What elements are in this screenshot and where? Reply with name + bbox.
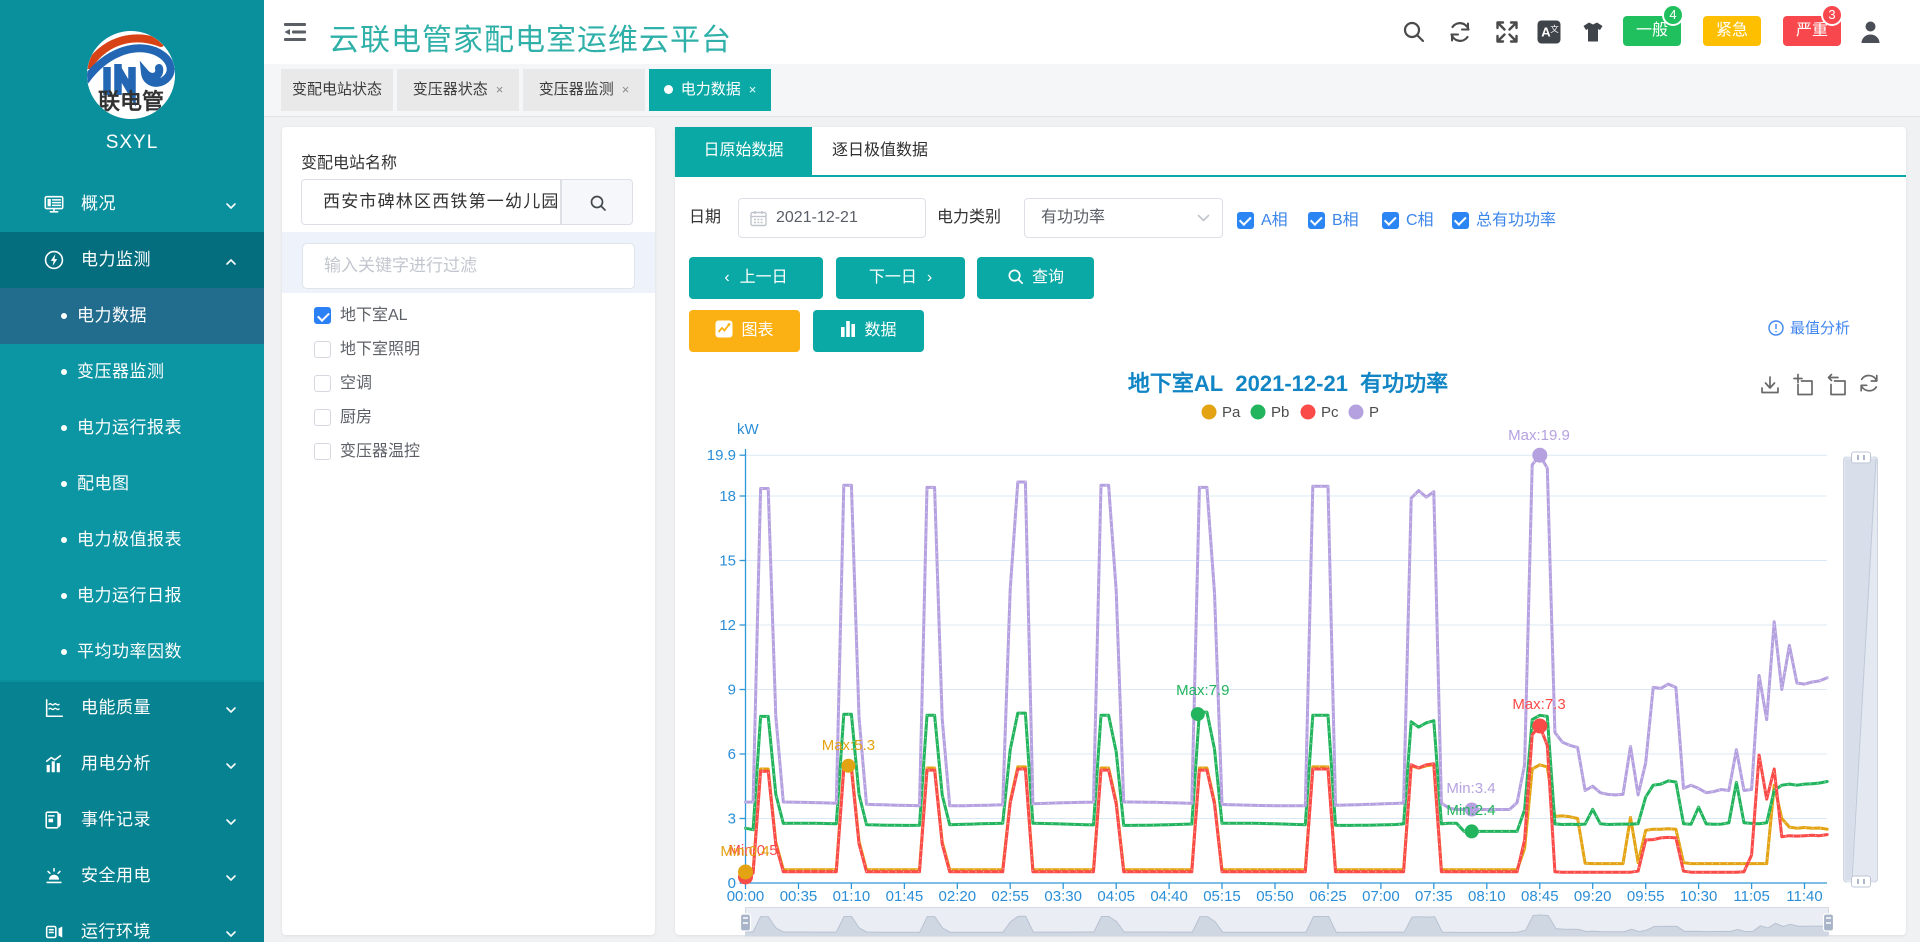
svg-text:Max:7.3: Max:7.3 xyxy=(1512,696,1565,713)
svg-text:00:35: 00:35 xyxy=(780,888,818,905)
svg-text:Min:0.4: Min:0.4 xyxy=(720,843,769,860)
svg-text:07:00: 07:00 xyxy=(1362,888,1400,905)
svg-text:3: 3 xyxy=(728,811,736,828)
svg-text:文: 文 xyxy=(1550,24,1559,34)
svg-text:12: 12 xyxy=(719,617,736,634)
svg-text:02:55: 02:55 xyxy=(991,888,1029,905)
svg-text:6: 6 xyxy=(728,746,736,763)
svg-text:06:25: 06:25 xyxy=(1309,888,1347,905)
svg-text:05:15: 05:15 xyxy=(1203,888,1241,905)
svg-text:Max:7.9: Max:7.9 xyxy=(1176,682,1229,699)
svg-text:联电管: 联电管 xyxy=(98,89,164,114)
svg-text:00:00: 00:00 xyxy=(727,888,765,905)
svg-text:Pc: Pc xyxy=(1321,404,1339,421)
svg-text:11:40: 11:40 xyxy=(1786,888,1822,905)
svg-text:9: 9 xyxy=(728,682,736,699)
svg-text:Pa: Pa xyxy=(1222,404,1241,421)
svg-text:01:45: 01:45 xyxy=(886,888,924,905)
svg-text:05:50: 05:50 xyxy=(1256,888,1294,905)
svg-text:09:20: 09:20 xyxy=(1574,888,1612,905)
svg-text:Pb: Pb xyxy=(1271,404,1289,421)
svg-text:P: P xyxy=(1369,404,1379,421)
svg-text:Min:3.4: Min:3.4 xyxy=(1446,780,1495,797)
svg-text:Max:19.9: Max:19.9 xyxy=(1508,427,1570,444)
svg-text:18: 18 xyxy=(719,488,736,505)
svg-text:03:30: 03:30 xyxy=(1044,888,1082,905)
svg-text:07:35: 07:35 xyxy=(1415,888,1453,905)
svg-text:Min:2.4: Min:2.4 xyxy=(1446,802,1495,819)
svg-text:地下室AL 2021-12-21 有功功率: 地下室AL 2021-12-21 有功功率 xyxy=(1128,371,1448,396)
svg-text:10:30: 10:30 xyxy=(1680,888,1718,905)
svg-text:Max:5.3: Max:5.3 xyxy=(822,737,875,754)
svg-text:08:45: 08:45 xyxy=(1521,888,1559,905)
svg-text:kW: kW xyxy=(737,421,760,438)
svg-text:08:10: 08:10 xyxy=(1468,888,1506,905)
svg-text:19.9: 19.9 xyxy=(707,447,736,464)
svg-text:11:05: 11:05 xyxy=(1733,888,1769,905)
svg-text:01:10: 01:10 xyxy=(833,888,871,905)
svg-text:09:55: 09:55 xyxy=(1627,888,1665,905)
svg-text:02:20: 02:20 xyxy=(939,888,977,905)
svg-text:04:05: 04:05 xyxy=(1097,888,1135,905)
svg-text:04:40: 04:40 xyxy=(1150,888,1188,905)
svg-text:15: 15 xyxy=(719,553,736,570)
